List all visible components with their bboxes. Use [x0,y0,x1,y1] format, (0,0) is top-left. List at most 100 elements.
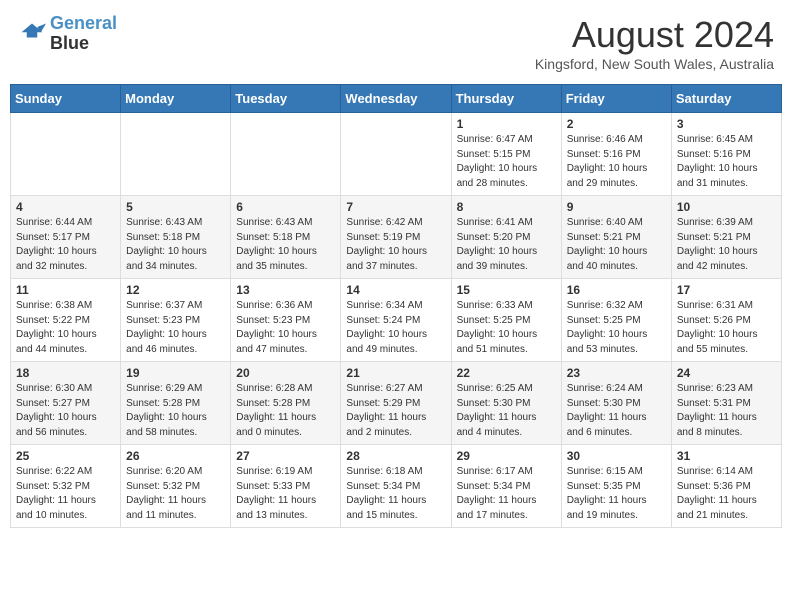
cell-info: Sunrise: 6:28 AM Sunset: 5:28 PM Dayligh… [236,382,335,440]
cell-info: Sunrise: 6:17 AM Sunset: 5:34 PM Dayligh… [457,465,556,523]
calendar-cell: 20 Sunrise: 6:28 AM Sunset: 5:28 PM Dayli… [231,362,341,445]
day-number: 18 [16,366,115,380]
calendar-cell [11,113,121,196]
calendar-cell: 18 Sunrise: 6:30 AM Sunset: 5:27 PM Dayli… [11,362,121,445]
cell-info: Sunrise: 6:43 AM Sunset: 5:18 PM Dayligh… [236,216,335,274]
cell-info: Sunrise: 6:30 AM Sunset: 5:27 PM Dayligh… [16,382,115,440]
calendar-cell: 24Sunrise: 6:23 AM Sunset: 5:31 PM Dayli… [671,362,781,445]
cell-info: Sunrise: 6:23 AM Sunset: 5:31 PM Dayligh… [677,382,776,440]
page-header: GeneralBlue August 2024 Kingsford, New S… [10,10,782,76]
title-block: August 2024 Kingsford, New South Wales, … [535,14,774,72]
cell-info: Sunrise: 6:34 AM Sunset: 5:24 PM Dayligh… [346,299,445,357]
calendar-week-1: 1 Sunrise: 6:47 AM Sunset: 5:15 PM Daylig… [11,113,782,196]
cell-info: Sunrise: 6:29 AM Sunset: 5:28 PM Dayligh… [126,382,225,440]
day-number: 8 [457,200,556,214]
calendar-cell: 11 Sunrise: 6:38 AM Sunset: 5:22 PM Dayli… [11,279,121,362]
day-header-tuesday: Tuesday [231,85,341,113]
day-number: 22 [457,366,556,380]
cell-info: Sunrise: 6:31 AM Sunset: 5:26 PM Dayligh… [677,299,776,357]
cell-info: Sunrise: 6:33 AM Sunset: 5:25 PM Dayligh… [457,299,556,357]
cell-info: Sunrise: 6:22 AM Sunset: 5:32 PM Dayligh… [16,465,115,523]
cell-info: Sunrise: 6:25 AM Sunset: 5:30 PM Dayligh… [457,382,556,440]
cell-info: Sunrise: 6:43 AM Sunset: 5:18 PM Dayligh… [126,216,225,274]
logo-icon [18,20,46,48]
day-number: 3 [677,117,776,131]
cell-info: Sunrise: 6:44 AM Sunset: 5:17 PM Dayligh… [16,216,115,274]
calendar-week-5: 25 Sunrise: 6:22 AM Sunset: 5:32 PM Dayli… [11,445,782,528]
day-number: 12 [126,283,225,297]
cell-info: Sunrise: 6:47 AM Sunset: 5:15 PM Dayligh… [457,133,556,191]
cell-info: Sunrise: 6:45 AM Sunset: 5:16 PM Dayligh… [677,133,776,191]
calendar-cell: 19 Sunrise: 6:29 AM Sunset: 5:28 PM Dayli… [121,362,231,445]
day-number: 25 [16,449,115,463]
day-header-sunday: Sunday [11,85,121,113]
calendar-cell: 3 Sunrise: 6:45 AM Sunset: 5:16 PM Daylig… [671,113,781,196]
day-header-wednesday: Wednesday [341,85,451,113]
calendar-cell: 16Sunrise: 6:32 AM Sunset: 5:25 PM Dayli… [561,279,671,362]
day-number: 9 [567,200,666,214]
day-number: 21 [346,366,445,380]
cell-info: Sunrise: 6:32 AM Sunset: 5:25 PM Dayligh… [567,299,666,357]
logo: GeneralBlue [18,14,117,54]
calendar-cell: 17 Sunrise: 6:31 AM Sunset: 5:26 PM Dayli… [671,279,781,362]
calendar-cell: 23 Sunrise: 6:24 AM Sunset: 5:30 PM Dayli… [561,362,671,445]
cell-info: Sunrise: 6:20 AM Sunset: 5:32 PM Dayligh… [126,465,225,523]
calendar-cell: 12 Sunrise: 6:37 AM Sunset: 5:23 PM Dayli… [121,279,231,362]
cell-info: Sunrise: 6:27 AM Sunset: 5:29 PM Dayligh… [346,382,445,440]
cell-info: Sunrise: 6:46 AM Sunset: 5:16 PM Dayligh… [567,133,666,191]
calendar-cell: 5 Sunrise: 6:43 AM Sunset: 5:18 PM Daylig… [121,196,231,279]
calendar-cell: 21 Sunrise: 6:27 AM Sunset: 5:29 PM Dayli… [341,362,451,445]
calendar-cell: 26 Sunrise: 6:20 AM Sunset: 5:32 PM Dayli… [121,445,231,528]
calendar-cell: 4 Sunrise: 6:44 AM Sunset: 5:17 PM Daylig… [11,196,121,279]
calendar-cell: 7 Sunrise: 6:42 AM Sunset: 5:19 PM Daylig… [341,196,451,279]
header-row: SundayMondayTuesdayWednesdayThursdayFrid… [11,85,782,113]
day-number: 23 [567,366,666,380]
day-header-thursday: Thursday [451,85,561,113]
calendar-cell: 25 Sunrise: 6:22 AM Sunset: 5:32 PM Dayli… [11,445,121,528]
cell-info: Sunrise: 6:19 AM Sunset: 5:33 PM Dayligh… [236,465,335,523]
calendar-cell: 10 Sunrise: 6:39 AM Sunset: 5:21 PM Dayli… [671,196,781,279]
calendar-cell: 8Sunrise: 6:41 AM Sunset: 5:20 PM Daylig… [451,196,561,279]
calendar-cell: 30Sunrise: 6:15 AM Sunset: 5:35 PM Dayli… [561,445,671,528]
day-number: 26 [126,449,225,463]
calendar-cell: 9 Sunrise: 6:40 AM Sunset: 5:21 PM Daylig… [561,196,671,279]
day-number: 20 [236,366,335,380]
calendar-cell: 2 Sunrise: 6:46 AM Sunset: 5:16 PM Daylig… [561,113,671,196]
calendar-week-2: 4 Sunrise: 6:44 AM Sunset: 5:17 PM Daylig… [11,196,782,279]
cell-info: Sunrise: 6:42 AM Sunset: 5:19 PM Dayligh… [346,216,445,274]
day-number: 4 [16,200,115,214]
calendar-cell: 27 Sunrise: 6:19 AM Sunset: 5:33 PM Dayli… [231,445,341,528]
calendar-cell: 14Sunrise: 6:34 AM Sunset: 5:24 PM Dayli… [341,279,451,362]
day-number: 10 [677,200,776,214]
logo-text: GeneralBlue [50,14,117,54]
day-number: 19 [126,366,225,380]
day-header-friday: Friday [561,85,671,113]
cell-info: Sunrise: 6:24 AM Sunset: 5:30 PM Dayligh… [567,382,666,440]
day-header-monday: Monday [121,85,231,113]
cell-info: Sunrise: 6:38 AM Sunset: 5:22 PM Dayligh… [16,299,115,357]
day-number: 27 [236,449,335,463]
day-number: 31 [677,449,776,463]
day-number: 28 [346,449,445,463]
month-title: August 2024 [535,14,774,56]
calendar-cell: 28Sunrise: 6:18 AM Sunset: 5:34 PM Dayli… [341,445,451,528]
calendar-cell: 15Sunrise: 6:33 AM Sunset: 5:25 PM Dayli… [451,279,561,362]
cell-info: Sunrise: 6:40 AM Sunset: 5:21 PM Dayligh… [567,216,666,274]
day-number: 2 [567,117,666,131]
day-number: 13 [236,283,335,297]
day-number: 1 [457,117,556,131]
calendar-cell: 22 Sunrise: 6:25 AM Sunset: 5:30 PM Dayli… [451,362,561,445]
day-header-saturday: Saturday [671,85,781,113]
day-number: 11 [16,283,115,297]
cell-info: Sunrise: 6:37 AM Sunset: 5:23 PM Dayligh… [126,299,225,357]
cell-info: Sunrise: 6:39 AM Sunset: 5:21 PM Dayligh… [677,216,776,274]
day-number: 17 [677,283,776,297]
day-number: 7 [346,200,445,214]
calendar-table: SundayMondayTuesdayWednesdayThursdayFrid… [10,84,782,528]
day-number: 6 [236,200,335,214]
calendar-cell: 13Sunrise: 6:36 AM Sunset: 5:23 PM Dayli… [231,279,341,362]
calendar-cell: 6 Sunrise: 6:43 AM Sunset: 5:18 PM Daylig… [231,196,341,279]
calendar-week-4: 18 Sunrise: 6:30 AM Sunset: 5:27 PM Dayli… [11,362,782,445]
cell-info: Sunrise: 6:14 AM Sunset: 5:36 PM Dayligh… [677,465,776,523]
day-number: 5 [126,200,225,214]
